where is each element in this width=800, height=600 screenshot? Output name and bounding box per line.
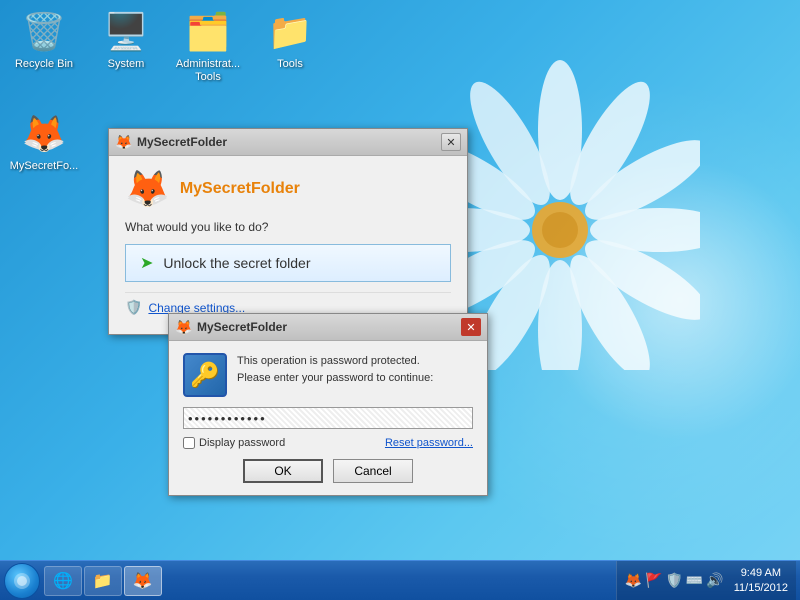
taskbar-item-explorer[interactable]: 📁: [84, 566, 122, 596]
tools-label: Tools: [277, 58, 303, 71]
display-password-checkbox[interactable]: [183, 437, 195, 449]
taskbar-item-mysecretfolder[interactable]: 🦊: [124, 566, 162, 596]
system-clock[interactable]: 9:49 AM 11/15/2012: [734, 566, 788, 595]
main-dialog: 🦊 MySecretFolder ✕ 🦊 MySecretFolder What…: [108, 128, 468, 335]
password-description-line2: Please enter your password to continue:: [237, 372, 433, 384]
mysecretfolder-desktop-label: MySecretFo...: [10, 160, 78, 173]
admin-tools-label: Administrat...Tools: [176, 58, 240, 84]
tray-icon-flag[interactable]: 🚩: [645, 572, 662, 589]
password-dialog-titlebar: 🦊 MySecretFolder ✕: [169, 314, 487, 341]
taskbar-items: 🌐 📁 🦊: [44, 566, 616, 596]
windows-logo-icon: [12, 571, 32, 591]
taskbar: 🌐 📁 🦊 🦊 🚩 🛡️ ⌨️ 🔊 9:49 AM 11/15/2012: [0, 560, 800, 600]
main-dialog-content: 🦊 MySecretFolder What would you like to …: [109, 156, 467, 334]
explorer-icon: 📁: [93, 571, 113, 591]
admin-tools-icon[interactable]: 🗂️ Administrat...Tools: [172, 8, 244, 84]
password-dialog-close-button[interactable]: ✕: [461, 318, 481, 336]
display-password-label[interactable]: Display password: [183, 437, 285, 449]
unlock-arrow-icon: ➤: [140, 253, 153, 273]
main-dialog-app-title: MySecretFolder: [180, 180, 300, 198]
tools-icon[interactable]: 📁 Tools: [254, 8, 326, 84]
main-dialog-subtitle: What would you like to do?: [125, 220, 451, 234]
clock-date: 11/15/2012: [734, 581, 788, 595]
clock-time: 9:49 AM: [741, 566, 781, 580]
tray-icons: 🦊 🚩 🛡️ ⌨️ 🔊: [625, 572, 724, 589]
reset-password-link[interactable]: Reset password...: [385, 437, 473, 449]
mysecretfolder-taskbar-icon: 🦊: [133, 571, 153, 591]
tray-icon-volume[interactable]: 🔊: [706, 572, 723, 589]
mysecretfolder-desktop-icon[interactable]: 🦊 MySecretFo...: [8, 110, 80, 173]
start-button[interactable]: [4, 563, 40, 599]
ok-button[interactable]: OK: [243, 459, 323, 483]
taskbar-item-ie[interactable]: 🌐: [44, 566, 82, 596]
tray-icon-fox[interactable]: 🦊: [625, 572, 642, 589]
unlock-label: Unlock the secret folder: [163, 255, 310, 271]
password-dialog-title-icon: 🦊: [175, 319, 191, 335]
ie-icon: 🌐: [53, 571, 73, 591]
main-dialog-titlebar: 🦊 MySecretFolder ✕: [109, 129, 467, 156]
password-dialog-title: MySecretFolder: [197, 320, 461, 334]
password-header: 🔑 This operation is password protected. …: [183, 353, 473, 397]
password-input[interactable]: [183, 407, 473, 429]
tray-icon-shield[interactable]: 🛡️: [665, 572, 682, 589]
main-dialog-title: MySecretFolder: [137, 135, 441, 149]
desktop-icons-top: 🗑️ Recycle Bin 🖥️ System 🗂️ Administrat.…: [8, 8, 326, 84]
main-dialog-close-button[interactable]: ✕: [441, 133, 461, 151]
password-dialog: 🦊 MySecretFolder ✕ 🔑 This operation is p…: [168, 313, 488, 496]
password-field-row: [183, 407, 473, 429]
password-header-text: This operation is password protected. Pl…: [237, 353, 433, 386]
checkbox-row: Display password Reset password...: [183, 437, 473, 449]
password-dialog-content: 🔑 This operation is password protected. …: [169, 341, 487, 495]
cancel-button[interactable]: Cancel: [333, 459, 413, 483]
unlock-folder-button[interactable]: ➤ Unlock the secret folder: [125, 244, 451, 282]
key-icon: 🔑: [183, 353, 227, 397]
main-dialog-title-icon: 🦊: [115, 134, 131, 150]
display-password-text: Display password: [199, 437, 285, 449]
system-label: System: [108, 58, 145, 71]
recycle-bin-icon[interactable]: 🗑️ Recycle Bin: [8, 8, 80, 84]
dialog-buttons: OK Cancel: [183, 459, 473, 483]
recycle-bin-label: Recycle Bin: [15, 58, 73, 71]
main-dialog-header: 🦊 MySecretFolder: [125, 168, 451, 210]
password-description-line1: This operation is password protected.: [237, 355, 420, 367]
settings-shield-icon: 🛡️: [125, 299, 142, 316]
system-icon[interactable]: 🖥️ System: [90, 8, 162, 84]
desktop-icons-left: 🦊 MySecretFo...: [8, 110, 80, 173]
main-dialog-app-icon: 🦊: [125, 168, 170, 210]
tray-icon-keyboard[interactable]: ⌨️: [686, 572, 703, 589]
system-tray: 🦊 🚩 🛡️ ⌨️ 🔊 9:49 AM 11/15/2012: [616, 561, 796, 600]
